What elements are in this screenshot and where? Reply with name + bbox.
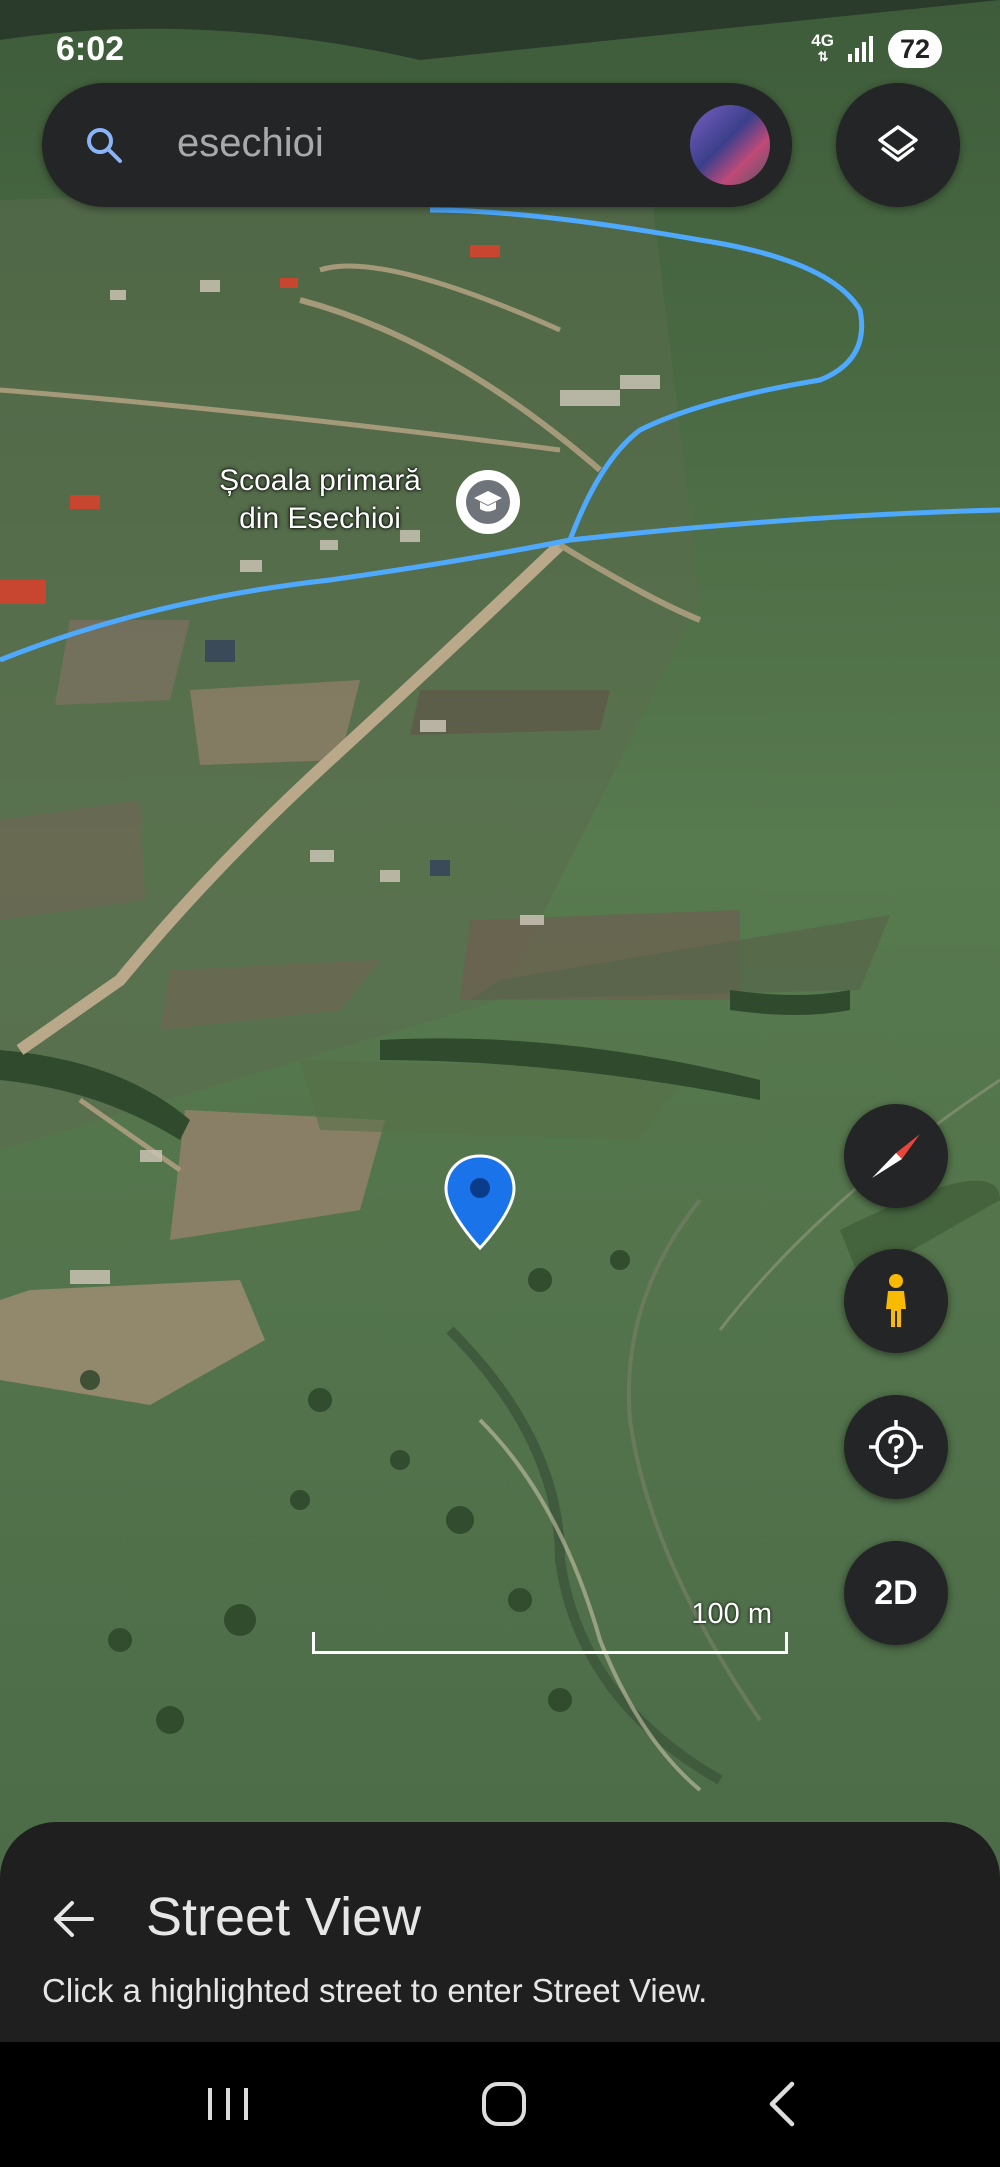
back-nav-button[interactable] (752, 2072, 816, 2136)
system-nav-bar (0, 2042, 1000, 2167)
compass-icon (872, 1134, 920, 1178)
pegman-icon (886, 1274, 906, 1327)
place-label-line1: Școala primară (219, 464, 421, 497)
layers-icon (878, 125, 918, 162)
screen: 6:02 4G ⇅ 72 esechioi Școala primară din… (0, 0, 1000, 2167)
search-input[interactable]: esechioi (177, 121, 324, 166)
place-label[interactable]: Școala primară din Esechioi (180, 462, 460, 538)
map-scale: 100 m (312, 1598, 790, 1654)
place-label-line2: din Esechioi (239, 502, 401, 535)
status-icons: 4G ⇅ 72 (811, 30, 942, 68)
scale-bar (312, 1632, 788, 1654)
layers-button[interactable] (836, 83, 960, 207)
my-location-button[interactable] (844, 1395, 948, 1499)
sheet-title: Street View (146, 1887, 422, 1947)
network-type-label: 4G (811, 31, 834, 50)
street-view-sheet: Street View Click a highlighted street t… (0, 1822, 1000, 2042)
school-icon (466, 480, 510, 524)
home-button[interactable] (472, 2072, 536, 2136)
data-arrows-icon: ⇅ (817, 49, 829, 64)
view-toggle-button[interactable]: 2D (844, 1541, 948, 1645)
recent-apps-button[interactable] (196, 2072, 260, 2136)
back-button[interactable] (48, 1894, 98, 1944)
compass-button[interactable] (844, 1104, 948, 1208)
search-icon (87, 128, 122, 163)
scale-label: 100 m (691, 1598, 772, 1630)
signal-icon (847, 36, 873, 62)
battery-indicator: 72 (887, 30, 942, 68)
sheet-message: Click a highlighted street to enter Stre… (42, 1972, 708, 2009)
view-toggle-label: 2D (874, 1574, 918, 1612)
network-type: 4G ⇅ (811, 31, 834, 65)
street-view-button[interactable] (844, 1249, 948, 1353)
status-bar: 6:02 4G ⇅ 72 (0, 0, 1000, 90)
status-time: 6:02 (56, 30, 125, 68)
avatar[interactable] (690, 105, 770, 185)
location-pin-icon[interactable] (442, 1152, 518, 1252)
search-bar[interactable]: esechioi (42, 83, 792, 207)
help-location-icon (869, 1420, 923, 1474)
school-marker[interactable] (456, 470, 520, 534)
